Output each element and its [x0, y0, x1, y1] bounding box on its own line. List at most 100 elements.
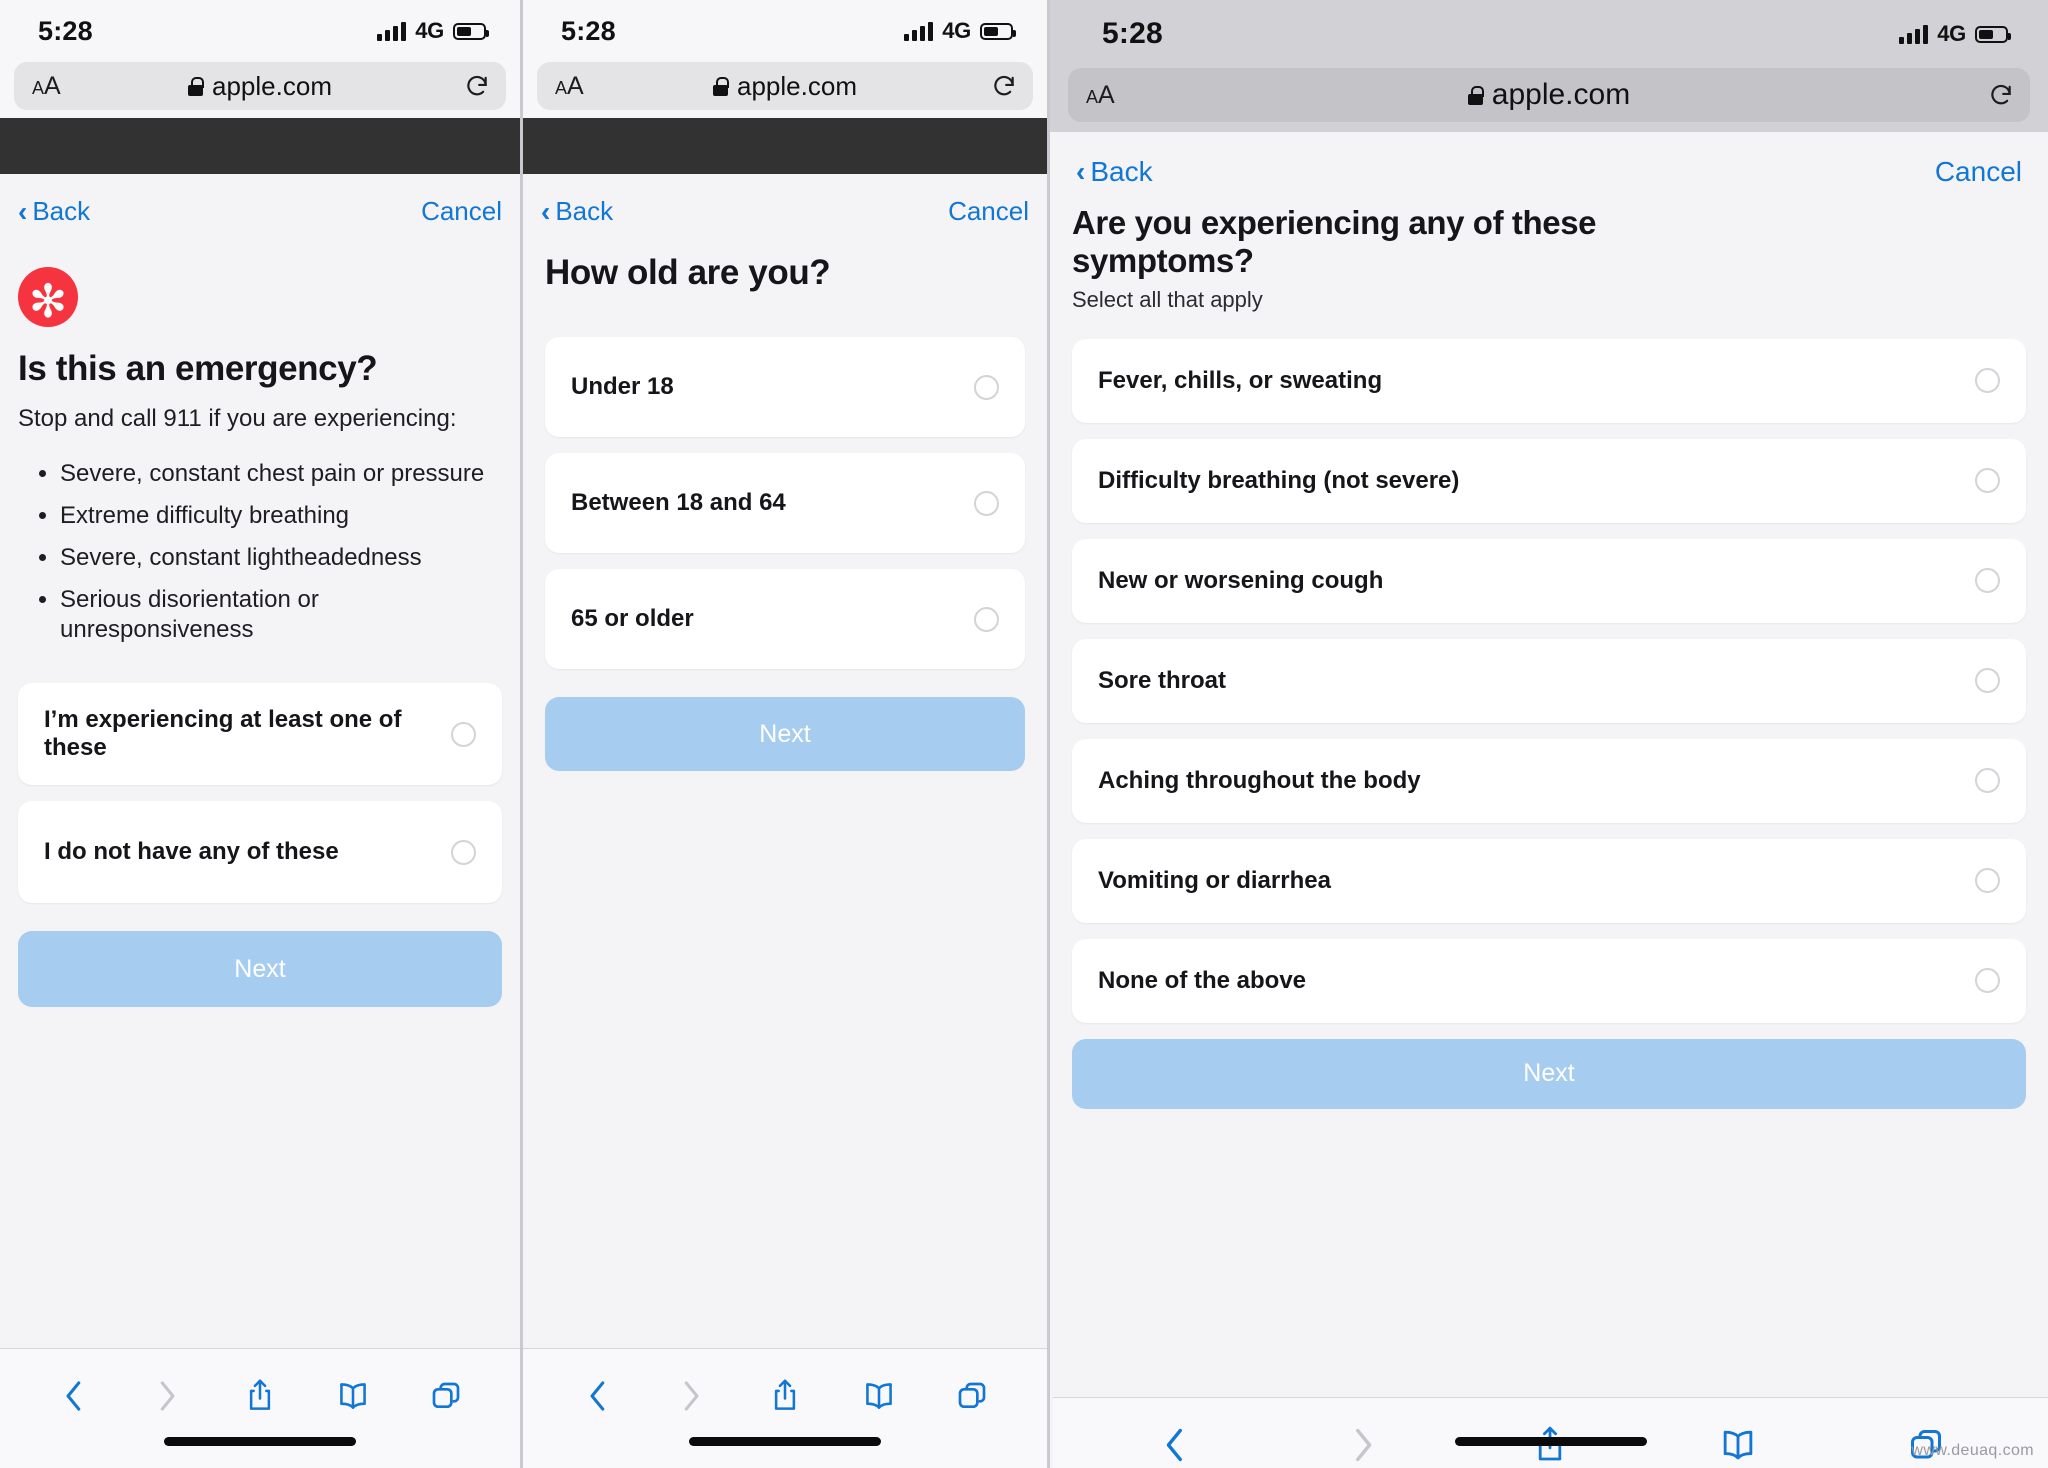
home-indicator — [1454, 1437, 1647, 1446]
url-text: apple.com — [212, 70, 332, 101]
address-bar[interactable]: AA apple.com — [1068, 68, 2030, 122]
page-nav: ‹ Back Cancel — [1050, 132, 2048, 190]
phone-screen-age: 5:28 4G AA apple.com ‹ Back Cancel How o… — [520, 0, 1047, 1468]
cancel-button[interactable]: Cancel — [421, 196, 502, 227]
list-item: Severe, constant lightheadedness — [60, 543, 502, 573]
tabs-icon[interactable] — [423, 1373, 469, 1419]
url-bar-container: AA apple.com — [523, 62, 1047, 118]
next-button[interactable]: Next — [1072, 1038, 2026, 1109]
battery-icon — [1975, 25, 2011, 43]
back-nav-icon[interactable] — [575, 1373, 621, 1419]
list-item: Extreme difficulty breathing — [60, 501, 502, 531]
share-icon[interactable] — [762, 1373, 808, 1419]
signal-bars-icon — [904, 21, 934, 41]
text-size-icon[interactable]: AA — [555, 73, 584, 99]
emergency-symptom-list: Severe, constant chest pain or pressure … — [60, 459, 502, 645]
option-label: None of the above — [1098, 966, 1307, 994]
next-button[interactable]: Next — [18, 931, 502, 1007]
reload-icon[interactable] — [1988, 82, 2014, 108]
radio-button[interactable] — [1975, 368, 2000, 394]
screenshot-board: 5:28 4G AA apple.com ‹ Back Cancel ✻ Is … — [0, 0, 2048, 1468]
network-type-label: 4G — [1937, 21, 1966, 46]
bookmarks-icon[interactable] — [1715, 1422, 1761, 1468]
network-type-label: 4G — [415, 18, 444, 43]
reload-icon[interactable] — [464, 73, 490, 99]
reload-icon[interactable] — [991, 73, 1017, 99]
forward-nav-icon — [1340, 1422, 1386, 1468]
bookmarks-icon[interactable] — [856, 1373, 902, 1419]
status-bar: 5:28 4G — [1050, 0, 2048, 68]
url-bar-container: AA apple.com — [0, 62, 520, 118]
text-size-icon[interactable]: AA — [32, 73, 61, 99]
option-card[interactable]: None of the above — [1072, 938, 2026, 1023]
bookmarks-icon[interactable] — [330, 1373, 376, 1419]
address-bar[interactable]: AA apple.com — [537, 62, 1033, 110]
radio-button[interactable] — [1975, 468, 2000, 494]
option-card[interactable]: Difficulty breathing (not severe) — [1072, 438, 2026, 523]
watermark: www.deuaq.com — [1911, 1442, 2034, 1459]
page-subtitle: Select all that apply — [1072, 286, 1263, 312]
radio-button[interactable] — [1975, 668, 2000, 694]
radio-button[interactable] — [1975, 568, 2000, 594]
next-button[interactable]: Next — [545, 697, 1025, 771]
radio-button[interactable] — [974, 374, 999, 400]
option-card[interactable]: Aching throughout the body — [1072, 738, 2026, 823]
option-card[interactable]: Sore throat — [1072, 638, 2026, 723]
signal-bars-icon — [377, 21, 407, 41]
radio-button[interactable] — [1975, 868, 2000, 894]
signal-bars-icon — [1899, 24, 1929, 44]
status-bar: 5:28 4G — [523, 0, 1047, 62]
radio-button[interactable] — [974, 490, 999, 516]
url-text: apple.com — [1491, 78, 1631, 111]
list-item: Serious disorientation or unresponsivene… — [60, 585, 502, 645]
status-time: 5:28 — [1102, 17, 1163, 50]
url-bar-container: AA apple.com — [1050, 68, 2048, 132]
radio-button[interactable] — [451, 839, 476, 865]
tabs-icon[interactable] — [949, 1373, 995, 1419]
chevron-left-icon: ‹ — [1076, 156, 1086, 187]
radio-button[interactable] — [451, 721, 476, 747]
page-title: Is this an emergency? — [18, 349, 378, 388]
page-lede: Stop and call 911 if you are experiencin… — [18, 405, 457, 432]
option-card[interactable]: Fever, chills, or sweating — [1072, 338, 2026, 423]
option-card[interactable]: 65 or older — [545, 569, 1025, 669]
option-card[interactable]: I do not have any of these — [18, 801, 502, 903]
lock-icon — [1467, 85, 1484, 105]
lock-icon — [188, 76, 205, 96]
back-nav-icon[interactable] — [1152, 1422, 1198, 1468]
radio-button[interactable] — [974, 606, 999, 632]
text-size-icon[interactable]: AA — [1086, 82, 1115, 108]
browser-toolbar — [0, 1348, 520, 1468]
page-title: How old are you? — [545, 253, 831, 292]
page-nav: ‹ Back Cancel — [0, 174, 520, 231]
option-card[interactable]: New or worsening cough — [1072, 538, 2026, 623]
option-label: Difficulty breathing (not severe) — [1098, 466, 1460, 494]
address-bar[interactable]: AA apple.com — [14, 62, 506, 110]
option-card[interactable]: Between 18 and 64 — [545, 453, 1025, 553]
back-button[interactable]: ‹ Back — [1076, 156, 1153, 188]
page-nav: ‹ Back Cancel — [523, 174, 1047, 231]
site-header — [523, 118, 1047, 174]
status-indicators: 4G — [1899, 21, 2011, 47]
option-card[interactable]: Under 18 — [545, 337, 1025, 437]
radio-button[interactable] — [1975, 768, 2000, 794]
page-content-symptoms: ‹ Back Cancel Are you experiencing any o… — [1050, 132, 2048, 1468]
back-nav-icon[interactable] — [51, 1373, 97, 1419]
option-label: I’m experiencing at least one of these — [44, 706, 402, 761]
option-card[interactable]: Vomiting or diarrhea — [1072, 838, 2026, 923]
cancel-button[interactable]: Cancel — [948, 196, 1029, 227]
back-label: Back — [1090, 156, 1153, 187]
option-label: New or worsening cough — [1098, 566, 1384, 594]
home-indicator — [164, 1437, 356, 1446]
radio-button[interactable] — [1975, 968, 2000, 994]
back-button[interactable]: ‹ Back — [18, 196, 90, 227]
share-icon[interactable] — [237, 1373, 283, 1419]
option-label: Sore throat — [1098, 666, 1227, 694]
battery-icon — [980, 22, 1016, 40]
option-card[interactable]: I’m experiencing at least one of these — [18, 683, 502, 785]
cancel-button[interactable]: Cancel — [1935, 156, 2022, 188]
option-label: Under 18 — [571, 373, 674, 400]
url-text: apple.com — [737, 70, 857, 101]
back-button[interactable]: ‹ Back — [541, 196, 613, 227]
status-indicators: 4G — [377, 18, 489, 44]
